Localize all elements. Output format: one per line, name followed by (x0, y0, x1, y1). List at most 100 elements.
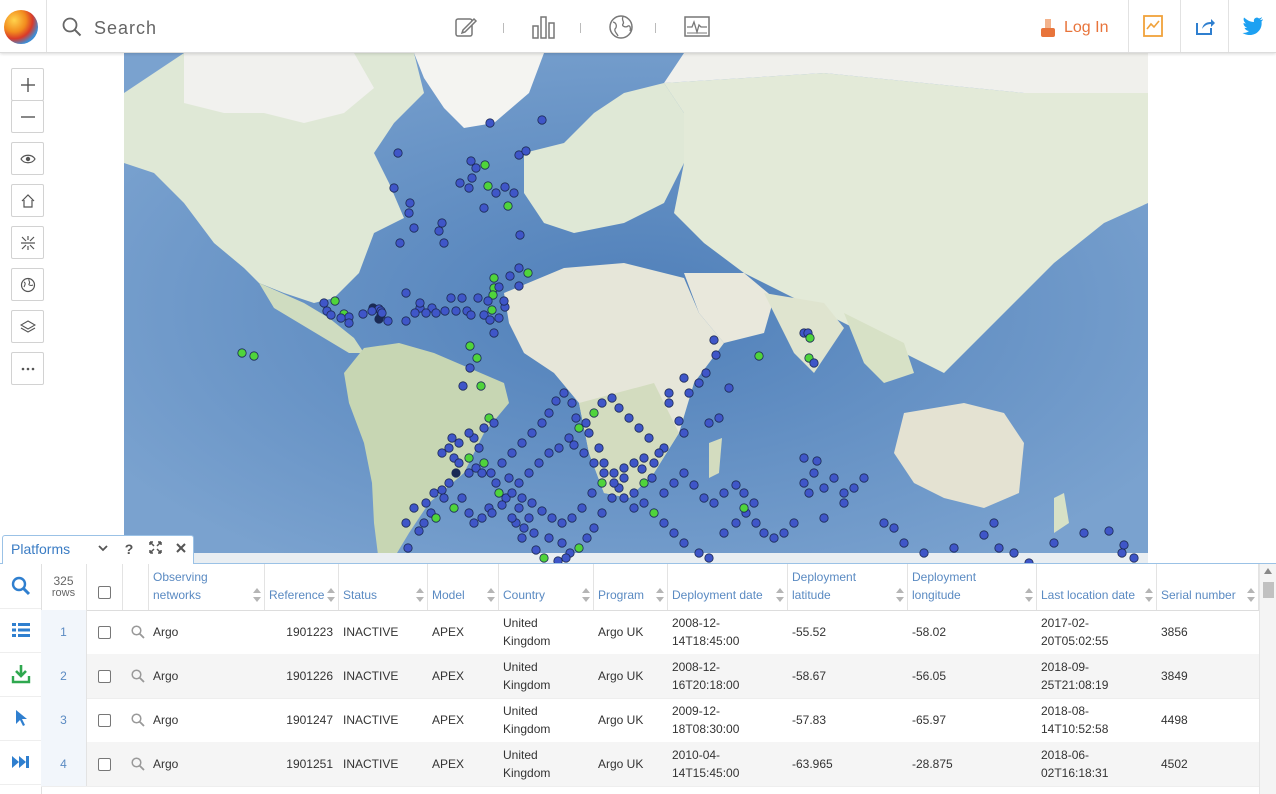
platform-marker[interactable] (249, 351, 259, 361)
platform-marker[interactable] (487, 305, 497, 315)
globe-icon[interactable] (608, 14, 634, 40)
platform-marker[interactable] (437, 218, 447, 228)
platform-marker[interactable] (517, 533, 527, 543)
row-zoom-button[interactable] (127, 742, 149, 786)
platform-marker[interactable] (486, 468, 496, 478)
platform-marker[interactable] (344, 318, 354, 328)
platform-marker[interactable] (684, 388, 694, 398)
platform-marker[interactable] (989, 518, 999, 528)
platform-marker[interactable] (629, 503, 639, 513)
platform-marker[interactable] (979, 530, 989, 540)
platform-marker[interactable] (599, 468, 609, 478)
platform-marker[interactable] (557, 518, 567, 528)
sort-icon[interactable] (896, 588, 904, 602)
platform-marker[interactable] (584, 428, 594, 438)
platform-marker[interactable] (751, 518, 761, 528)
platform-marker[interactable] (597, 398, 607, 408)
table-row[interactable]: 1 Argo 1901223 INACTIVE APEX United Kingdom Arg… (41, 610, 1259, 655)
column-header-last-loc[interactable]: Last location date (1037, 564, 1157, 610)
platform-marker[interactable] (754, 351, 764, 361)
platform-marker[interactable] (1104, 526, 1114, 536)
platform-marker[interactable] (465, 363, 475, 373)
platform-marker[interactable] (819, 483, 829, 493)
platform-marker[interactable] (451, 468, 461, 478)
platform-marker[interactable] (571, 413, 581, 423)
platform-marker[interactable] (639, 498, 649, 508)
platform-marker[interactable] (451, 306, 461, 316)
close-icon[interactable] (173, 541, 189, 557)
zoom-out-button[interactable] (11, 100, 44, 133)
column-header-model[interactable]: Model (428, 564, 499, 610)
platform-marker[interactable] (471, 163, 481, 173)
platform-marker[interactable] (431, 308, 441, 318)
platform-marker[interactable] (393, 148, 403, 158)
platform-marker[interactable] (507, 448, 517, 458)
platform-marker[interactable] (489, 418, 499, 428)
sort-icon[interactable] (1145, 588, 1153, 602)
platform-marker[interactable] (524, 468, 534, 478)
platform-marker[interactable] (421, 308, 431, 318)
column-header-reference[interactable]: Reference (265, 564, 339, 610)
platform-marker[interactable] (551, 396, 561, 406)
platform-marker[interactable] (531, 545, 541, 555)
platform-marker[interactable] (458, 381, 468, 391)
platform-marker[interactable] (647, 473, 657, 483)
platform-marker[interactable] (500, 182, 510, 192)
platform-marker[interactable] (619, 463, 629, 473)
platform-marker[interactable] (589, 458, 599, 468)
expand-icon[interactable] (147, 541, 163, 557)
platform-marker[interactable] (326, 310, 336, 320)
platform-marker[interactable] (704, 553, 714, 563)
platform-marker[interactable] (839, 498, 849, 508)
platform-marker[interactable] (899, 538, 909, 548)
platform-marker[interactable] (405, 198, 415, 208)
platform-marker[interactable] (517, 493, 527, 503)
platform-marker[interactable] (574, 543, 584, 553)
report-button[interactable] (1128, 0, 1177, 52)
platform-marker[interactable] (582, 533, 592, 543)
platform-marker[interactable] (505, 271, 515, 281)
platform-marker[interactable] (994, 543, 1004, 553)
platform-marker[interactable] (644, 433, 654, 443)
platform-marker[interactable] (664, 388, 674, 398)
platform-marker[interactable] (1117, 548, 1127, 558)
platform-marker[interactable] (409, 503, 419, 513)
platform-marker[interactable] (607, 393, 617, 403)
search-input[interactable] (92, 14, 396, 42)
login-button[interactable]: Log In (1040, 16, 1108, 40)
platform-marker[interactable] (674, 416, 684, 426)
platform-marker[interactable] (544, 448, 554, 458)
platform-marker[interactable] (561, 553, 571, 563)
platform-marker[interactable] (809, 468, 819, 478)
platform-marker[interactable] (731, 518, 741, 528)
table-row[interactable]: 4 Argo 1901251 INACTIVE APEX United Kingdom Arg… (41, 742, 1259, 787)
platform-marker[interactable] (589, 523, 599, 533)
platform-marker[interactable] (465, 341, 475, 351)
platform-marker[interactable] (1009, 548, 1019, 558)
platform-marker[interactable] (439, 493, 449, 503)
platform-marker[interactable] (629, 488, 639, 498)
platform-marker[interactable] (409, 223, 419, 233)
platform-marker[interactable] (581, 418, 591, 428)
platform-marker[interactable] (537, 506, 547, 516)
platform-marker[interactable] (587, 488, 597, 498)
platform-marker[interactable] (749, 498, 759, 508)
platform-marker[interactable] (479, 423, 489, 433)
platform-marker[interactable] (694, 378, 704, 388)
platform-marker[interactable] (889, 523, 899, 533)
platform-marker[interactable] (949, 543, 959, 553)
platform-marker[interactable] (440, 306, 450, 316)
platform-marker[interactable] (559, 388, 569, 398)
platform-marker[interactable] (507, 513, 517, 523)
platform-marker[interactable] (547, 513, 557, 523)
platform-marker[interactable] (1129, 553, 1139, 563)
platform-marker[interactable] (664, 398, 674, 408)
platform-marker[interactable] (410, 308, 420, 318)
platform-marker[interactable] (414, 526, 424, 536)
platform-marker[interactable] (557, 538, 567, 548)
platform-marker[interactable] (504, 473, 514, 483)
platform-marker[interactable] (509, 188, 519, 198)
platform-marker[interactable] (599, 458, 609, 468)
platform-marker[interactable] (491, 188, 501, 198)
platform-marker[interactable] (724, 383, 734, 393)
